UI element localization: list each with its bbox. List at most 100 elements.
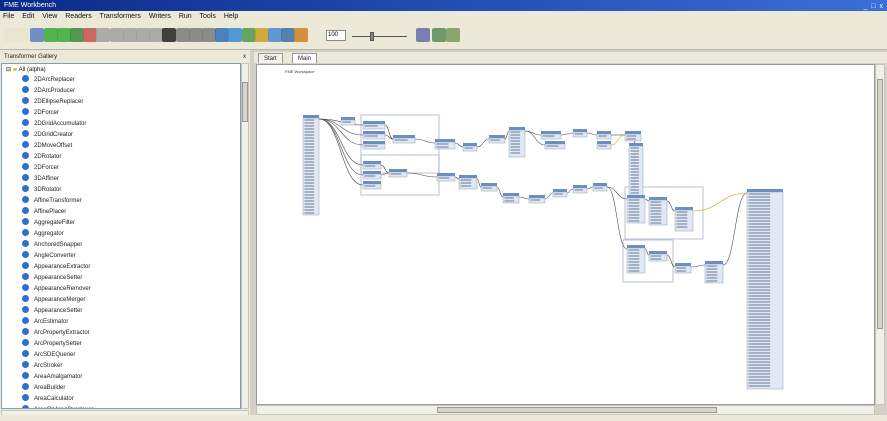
node-port[interactable] [460,182,472,184]
menu-transformers[interactable]: Transformers [100,13,141,20]
node-port[interactable] [304,146,315,148]
node-port[interactable] [628,255,640,257]
node-port[interactable] [748,322,771,324]
transformer-node[interactable] [480,183,498,192]
list-item[interactable]: Aggregator [22,229,64,238]
node-port[interactable] [504,200,515,202]
node-port[interactable] [304,143,315,145]
node-port[interactable] [364,165,376,167]
node-header[interactable] [593,183,607,186]
transformer-node[interactable] [508,127,526,158]
node-header[interactable] [363,131,385,134]
menu-file[interactable]: File [3,13,14,20]
transformer-node[interactable] [746,189,784,390]
transformer-node[interactable] [528,195,546,204]
node-port[interactable] [748,223,771,225]
transformer-icon[interactable] [254,28,269,42]
node-port[interactable] [650,210,662,212]
log-icon[interactable] [416,28,430,42]
node-port[interactable] [630,156,639,158]
node-port[interactable] [628,267,640,269]
node-port[interactable] [598,145,607,147]
node-port[interactable] [748,196,771,198]
node-port[interactable] [706,277,718,279]
node-header[interactable] [393,135,415,138]
node-port[interactable] [510,149,521,151]
open-icon[interactable] [17,28,32,42]
menu-edit[interactable]: Edit [22,13,34,20]
node-port[interactable] [630,171,639,173]
list-item[interactable]: AppearanceSetter [22,306,82,315]
node-port[interactable] [304,185,315,187]
node-port[interactable] [304,128,315,130]
node-port[interactable] [748,253,771,255]
node-header[interactable] [341,117,355,120]
node-port[interactable] [748,202,771,204]
collapse-icon[interactable]: ⊟ [6,67,13,73]
list-item[interactable]: 2DGridCreator [22,130,73,139]
node-header[interactable] [437,173,455,176]
transformer-node[interactable] [572,185,588,194]
node-port[interactable] [676,220,688,222]
node-port[interactable] [304,158,315,160]
node-port[interactable] [748,289,771,291]
node-header[interactable] [459,175,477,178]
menu-tools[interactable]: Tools [200,13,216,20]
node-port[interactable] [628,214,640,216]
node-port[interactable] [748,385,771,387]
run-icon[interactable] [43,28,58,42]
node-port[interactable] [304,140,315,142]
node-port[interactable] [510,146,521,148]
node-port[interactable] [490,139,501,141]
node-port[interactable] [436,143,449,145]
list-item[interactable]: AppearanceSetter [22,273,82,282]
node-port[interactable] [304,164,315,166]
node-port[interactable] [748,208,771,210]
node-header[interactable] [363,181,381,184]
node-port[interactable] [650,201,662,203]
transformer-node[interactable] [362,171,382,180]
node-header[interactable] [625,131,641,134]
transformer-node[interactable] [592,183,608,192]
node-port[interactable] [676,226,688,228]
list-item[interactable]: 2DEllipseReplacer [22,97,83,106]
node-port[interactable] [748,319,771,321]
node-port[interactable] [748,304,771,306]
node-port[interactable] [748,259,771,261]
node-port[interactable] [364,185,376,187]
node-body[interactable] [704,263,724,284]
node-body[interactable] [434,141,456,150]
node-header[interactable] [627,245,645,248]
node-port[interactable] [748,241,771,243]
node-port[interactable] [748,268,771,270]
transformer-node[interactable] [648,197,668,226]
node-port[interactable] [630,168,639,170]
node-port[interactable] [304,188,315,190]
node-port[interactable] [748,307,771,309]
node-port[interactable] [748,331,771,333]
list-item[interactable]: 2DRotator [22,152,61,161]
inspector-icon[interactable] [281,28,296,42]
node-port[interactable] [510,152,521,154]
transformer-node[interactable] [362,181,382,190]
node-port[interactable] [748,358,771,360]
node-port[interactable] [628,270,640,272]
node-port[interactable] [748,262,771,264]
node-port[interactable] [304,134,315,136]
transformer-node[interactable] [648,251,668,262]
node-port[interactable] [574,133,583,135]
menu-view[interactable]: View [42,13,57,20]
node-header[interactable] [303,115,319,118]
node-port[interactable] [628,217,640,219]
node-port[interactable] [304,182,315,184]
zoom-slider-handle[interactable] [370,32,374,41]
node-port[interactable] [748,328,771,330]
node-port[interactable] [748,376,771,378]
node-port[interactable] [304,206,315,208]
node-port[interactable] [510,134,521,136]
writer-icon[interactable] [241,28,256,42]
transformer-node[interactable] [362,121,386,130]
node-port[interactable] [304,212,315,214]
node-port[interactable] [630,159,639,161]
list-item[interactable]: ArcPropertyExtractor [22,328,90,337]
